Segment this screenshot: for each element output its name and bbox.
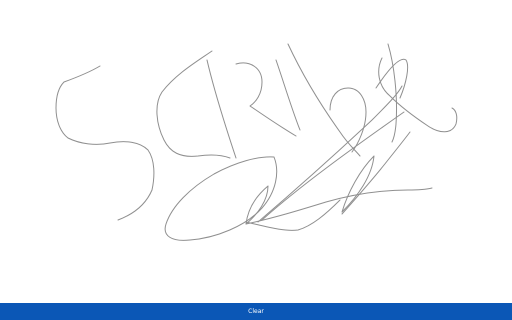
scribble-stroke: [55, 65, 155, 221]
scribble-stroke: [375, 58, 409, 99]
scribble-stroke: [164, 156, 278, 241]
scribble-stroke: [206, 59, 237, 159]
scribble-drawing: [55, 43, 458, 241]
clear-button[interactable]: Clear: [238, 303, 274, 320]
scribble-stroke: [275, 59, 301, 131]
scribble-stroke: [245, 199, 341, 231]
scribble-app: Clear: [0, 0, 512, 320]
bottom-action-bar: Clear: [0, 303, 512, 320]
scribble-stroke: [235, 62, 297, 137]
drawing-canvas[interactable]: [0, 0, 512, 303]
scribble-stroke: [245, 187, 433, 225]
scribble-stroke: [387, 43, 398, 143]
scribble-stroke: [341, 155, 375, 213]
scribble-stroke: [287, 43, 361, 157]
